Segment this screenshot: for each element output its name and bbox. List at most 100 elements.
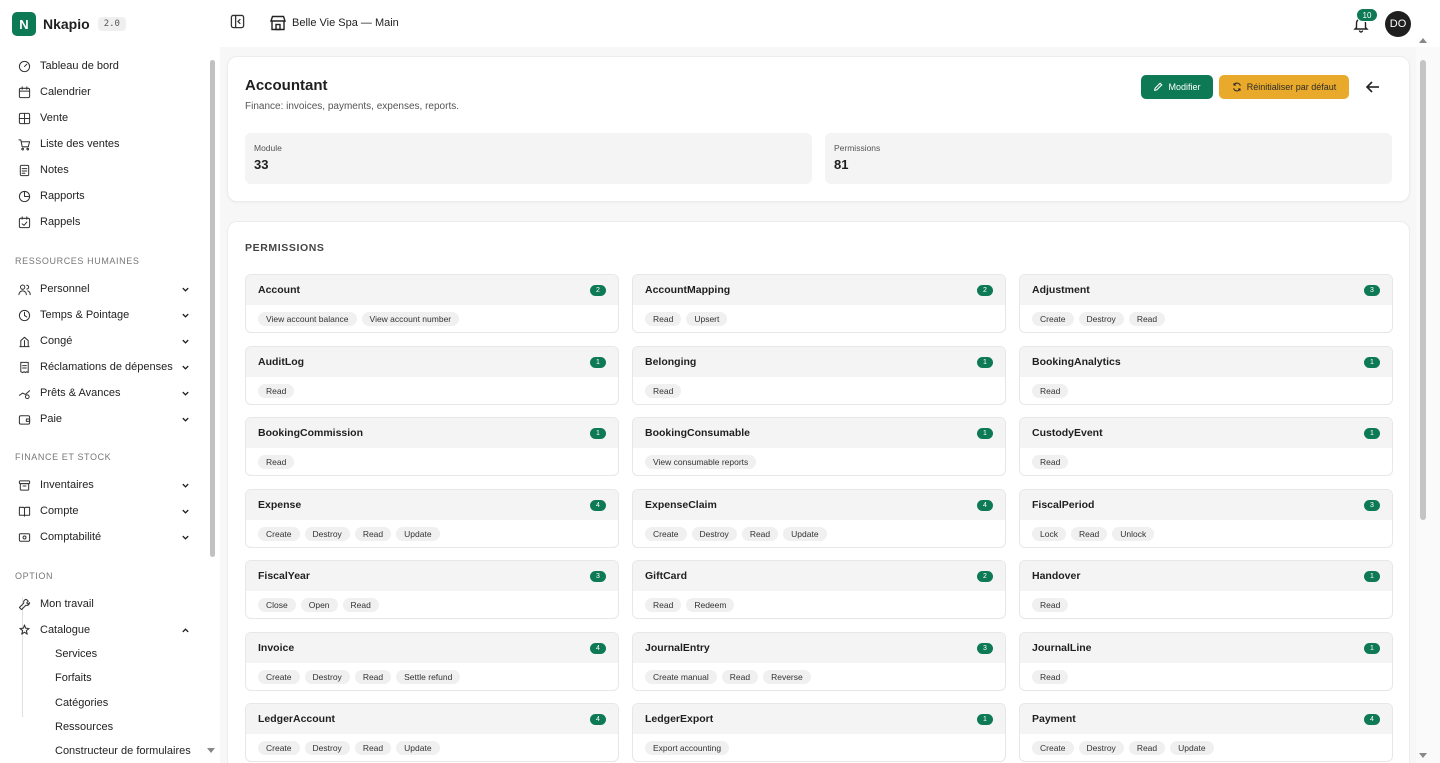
permission-actions: Read <box>1032 383 1069 398</box>
notification-count-badge: 10 <box>1356 8 1378 22</box>
permission-action-chip: Destroy <box>1078 741 1124 755</box>
sidebar-item-label: Compte <box>40 505 79 517</box>
sidebar-item-tableau-de-bord[interactable]: Tableau de bord <box>18 55 194 77</box>
sidebar-item-rappels[interactable]: Rappels <box>18 211 194 233</box>
catalog-subitem-constructeur-de-formulaires[interactable]: Constructeur de formulaires <box>55 741 191 761</box>
catalog-subitem-services[interactable]: Services <box>55 644 97 664</box>
permission-module-header: Account 2 <box>246 275 618 305</box>
chevron-down-icon[interactable] <box>181 533 190 542</box>
stat-value: 33 <box>254 157 269 172</box>
sidebar-item-reclamations-de-depenses[interactable]: Réclamations de dépenses <box>18 356 194 378</box>
permission-count-badge: 4 <box>977 499 993 511</box>
permission-module-header: JournalLine 1 <box>1020 632 1392 663</box>
calendar-icon <box>18 85 31 99</box>
permission-module-header: LedgerExport 1 <box>633 704 1005 734</box>
permission-count-badge: 2 <box>977 285 993 296</box>
sidebar-item-label: Temps & Pointage <box>40 309 130 321</box>
sidebar: N Nkapio 2.0 RESSOURCES HUMAINES FINANCE… <box>0 0 220 763</box>
avatar[interactable]: DO <box>1385 11 1411 37</box>
sidebar-item-paie[interactable]: Paie <box>18 408 194 430</box>
sidebar-item-label: Comptabilité <box>40 531 102 543</box>
sidebar-item-prets-avances[interactable]: Prêts & Avances <box>18 382 194 404</box>
permission-action-chip: Upsert <box>686 312 728 326</box>
permission-action-chip: Unlock <box>1112 526 1155 541</box>
permission-module-name: LedgerExport <box>645 713 714 725</box>
sidebar-item-vente[interactable]: Vente <box>18 107 194 129</box>
permission-count-badge: 4 <box>590 499 606 511</box>
permission-actions: Create Destroy Read Update <box>1032 741 1214 755</box>
sidebar-item-liste-des-ventes[interactable]: Liste des ventes <box>18 133 194 155</box>
chevron-down-icon[interactable] <box>181 389 190 398</box>
chevron-down-icon[interactable] <box>181 363 190 372</box>
sidebar-scroll-down-icon[interactable] <box>207 748 215 753</box>
chevron-up-icon[interactable] <box>181 626 190 635</box>
permission-module-invoice: Invoice 4 Create Destroy Read Settle refund <box>245 631 619 691</box>
page-title: Accountant <box>245 77 328 94</box>
permission-action-chip: View consumable reports <box>645 455 757 469</box>
catalog-subitem-categories[interactable]: Catégories <box>55 693 108 713</box>
back-arrow-icon[interactable] <box>1365 79 1381 95</box>
reminder-icon <box>18 215 31 229</box>
chevron-down-icon[interactable] <box>181 337 190 346</box>
permission-action-chip: Update <box>396 526 440 541</box>
sidebar-item-temps-pointage[interactable]: Temps & Pointage <box>18 304 194 326</box>
stat-label: Permissions <box>834 143 881 153</box>
sidebar-nav: RESSOURCES HUMAINES FINANCE ET STOCK OPT… <box>0 52 208 763</box>
permission-module-header: AuditLog 1 <box>246 346 618 377</box>
permission-actions: Create Destroy Read Update <box>258 526 440 541</box>
chevron-down-icon[interactable] <box>181 311 190 320</box>
sidebar-item-conge[interactable]: Congé <box>18 330 194 352</box>
permission-module-auditlog: AuditLog 1 Read <box>245 345 619 405</box>
sidebar-item-label: Notes <box>40 164 69 176</box>
sidebar-item-mon-travail[interactable]: Mon travail <box>18 593 194 615</box>
sidebar-toggle-icon[interactable] <box>230 14 245 29</box>
sidebar-item-personnel[interactable]: Personnel <box>18 278 194 300</box>
sidebar-item-rapports[interactable]: Rapports <box>18 185 194 207</box>
brand-logo: N <box>12 12 36 36</box>
permission-module-name: CustodyEvent <box>1032 427 1103 439</box>
wrench-icon <box>18 598 31 611</box>
permission-count-badge: 3 <box>1364 499 1380 511</box>
permission-action-chip: Read <box>721 669 759 684</box>
sidebar-item-compte[interactable]: Compte <box>18 500 194 522</box>
permission-actions: Read <box>258 383 295 398</box>
sidebar-item-comptabilite[interactable]: Comptabilité <box>18 526 194 548</box>
permission-module-name: Expense <box>258 498 302 511</box>
permission-module-name: Payment <box>1032 713 1076 725</box>
catalog-subitem-forfaits[interactable]: Forfaits <box>55 668 92 688</box>
sidebar-item-notes[interactable]: Notes <box>18 159 194 181</box>
chevron-down-icon[interactable] <box>181 481 190 490</box>
permission-count-badge: 3 <box>1364 285 1380 296</box>
permission-module-header: CustodyEvent 1 <box>1020 418 1392 448</box>
sidebar-scrollbar[interactable] <box>210 60 215 557</box>
chevron-down-icon[interactable] <box>181 415 190 424</box>
sidebar-item-label: Mon travail <box>40 598 94 610</box>
sidebar-item-catalogue[interactable]: Catalogue <box>18 619 194 641</box>
brand[interactable]: N Nkapio 2.0 <box>12 11 126 37</box>
sidebar-item-inventaires[interactable]: Inventaires <box>18 474 194 496</box>
chevron-down-icon[interactable] <box>181 507 190 516</box>
reset-default-button[interactable]: Réinitialiser par défaut <box>1219 75 1349 99</box>
permission-action-chip: Read <box>1032 669 1069 684</box>
sidebar-item-calendrier[interactable]: Calendrier <box>18 81 194 103</box>
permission-count-badge: 1 <box>1364 571 1380 582</box>
edit-button[interactable]: Modifier <box>1141 75 1213 99</box>
store-selector[interactable]: Belle Vie Spa — Main <box>292 17 399 29</box>
permission-actions: Read <box>645 383 682 398</box>
wallet-icon <box>18 413 31 426</box>
permission-module-belonging: Belonging 1 Read <box>632 345 1006 405</box>
permission-module-name: AccountMapping <box>645 284 731 296</box>
chevron-down-icon[interactable] <box>181 285 190 294</box>
permission-module-name: BookingCommission <box>258 427 364 439</box>
main-scrollbar[interactable] <box>1420 60 1426 520</box>
main-scroll-up-icon[interactable] <box>1419 38 1427 43</box>
main-scroll-down-icon[interactable] <box>1419 753 1427 758</box>
permission-module-header: BookingCommission 1 <box>246 418 618 448</box>
permission-action-chip: Destroy <box>304 669 350 684</box>
permission-module-name: LedgerAccount <box>258 713 336 725</box>
catalog-subitem-ressources[interactable]: Ressources <box>55 717 113 737</box>
permission-actions: Read <box>1032 598 1069 612</box>
permission-action-chip: View account balance <box>258 312 357 326</box>
permission-count-badge: 1 <box>1364 642 1380 654</box>
permission-actions: Read <box>1032 669 1069 684</box>
